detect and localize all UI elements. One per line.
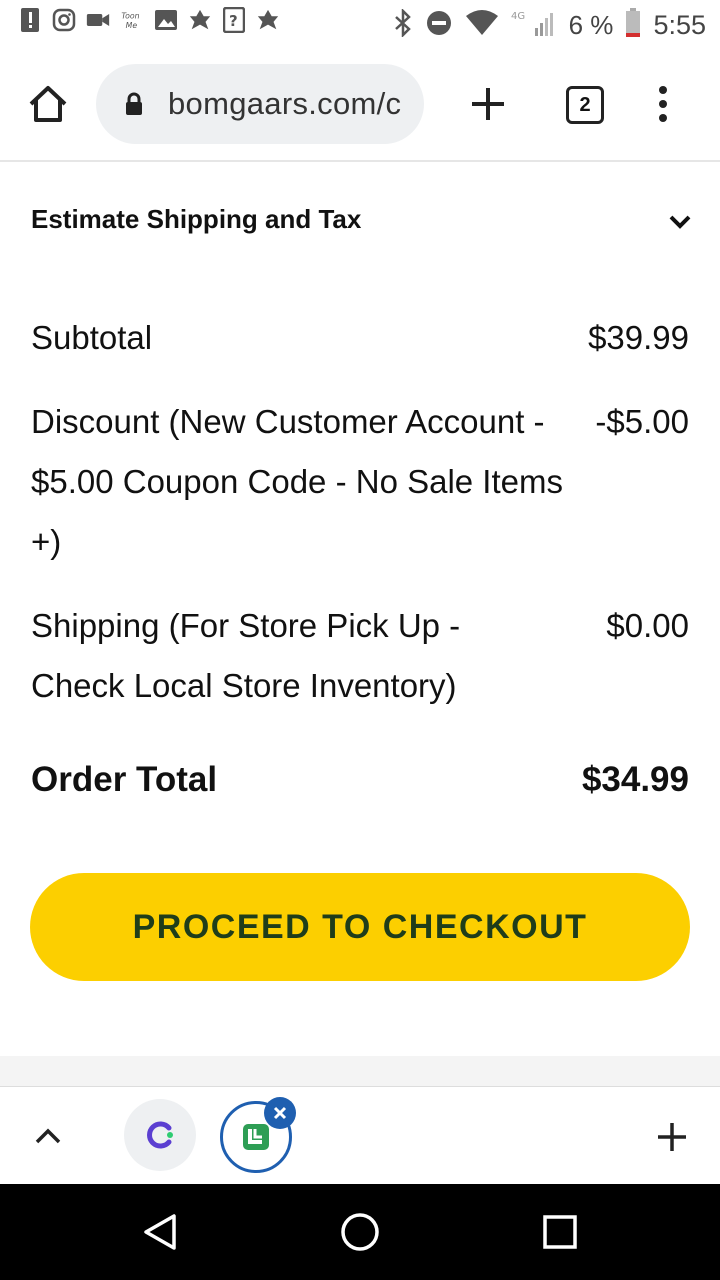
gallery-icon: [154, 8, 178, 32]
c-logo-icon: [147, 1121, 173, 1149]
alert-icon: [18, 8, 42, 32]
discount-label: Discount (New Customer Account - $5.00 C…: [31, 403, 563, 560]
more-menu-icon[interactable]: [656, 84, 670, 124]
extension-button-1[interactable]: [124, 1099, 196, 1171]
coupon-app-icon: [243, 1124, 269, 1150]
toonme-icon: Toon Me: [120, 8, 144, 32]
video-icon: [86, 8, 110, 32]
svg-text:Toon: Toon: [121, 12, 139, 21]
estimate-shipping-toggle[interactable]: Estimate Shipping and Tax: [31, 204, 361, 235]
add-icon[interactable]: [656, 1121, 688, 1153]
svg-text:?: ?: [229, 12, 238, 30]
instagram-icon: [52, 8, 76, 32]
chevron-up-icon[interactable]: [34, 1127, 62, 1145]
help-icon: ?: [222, 7, 246, 33]
checkout-label: PROCEED TO CHECKOUT: [132, 907, 588, 946]
new-tab-icon[interactable]: [468, 84, 508, 124]
url-text: bomgaars.com/c: [168, 86, 402, 121]
system-status: 4G 6 % 5:55: [393, 7, 706, 43]
notification-icons: Toon Me ?: [18, 7, 280, 33]
close-icon[interactable]: [264, 1097, 296, 1129]
app-icon: [188, 8, 212, 32]
home-circle-icon[interactable]: [340, 1212, 380, 1252]
network-type-label: 4G: [511, 11, 525, 22]
subtotal-value: $39.99: [588, 319, 689, 356]
bottom-toolbar: [0, 1086, 720, 1185]
recent-apps-icon[interactable]: [542, 1214, 578, 1250]
status-bar: Toon Me ? 4G 6 % 5:55: [0, 0, 720, 50]
tab-switcher-button[interactable]: 2: [566, 86, 604, 124]
system-nav-bar: [0, 1184, 720, 1280]
shipping-label: Shipping (For Store Pick Up - Check Loca…: [31, 607, 461, 704]
address-bar[interactable]: bomgaars.com/c: [96, 64, 424, 144]
battery-percent: 6 %: [568, 10, 614, 40]
dnd-icon: [425, 9, 453, 42]
app-icon-2: [256, 8, 280, 32]
chevron-down-icon[interactable]: [668, 214, 692, 230]
home-icon[interactable]: [26, 82, 70, 126]
clock: 5:55: [653, 10, 706, 40]
back-icon[interactable]: [140, 1212, 180, 1252]
shipping-value: $0.00: [606, 607, 689, 644]
bluetooth-icon: [393, 7, 413, 42]
tab-count: 2: [579, 93, 591, 116]
proceed-to-checkout-button[interactable]: PROCEED TO CHECKOUT: [30, 873, 690, 981]
svg-text:Me: Me: [126, 21, 138, 30]
wifi-icon: [465, 10, 499, 41]
battery-icon: [625, 8, 641, 43]
lock-icon: [124, 92, 144, 116]
discount-value: -$5.00: [595, 403, 689, 440]
browser-toolbar: bomgaars.com/c 2: [0, 50, 720, 162]
section-divider: [0, 1056, 720, 1086]
order-total-label: Order Total: [31, 760, 218, 799]
signal-icon: 4G: [511, 8, 557, 43]
order-total-value: $34.99: [581, 760, 689, 799]
subtotal-label: Subtotal: [31, 319, 153, 356]
